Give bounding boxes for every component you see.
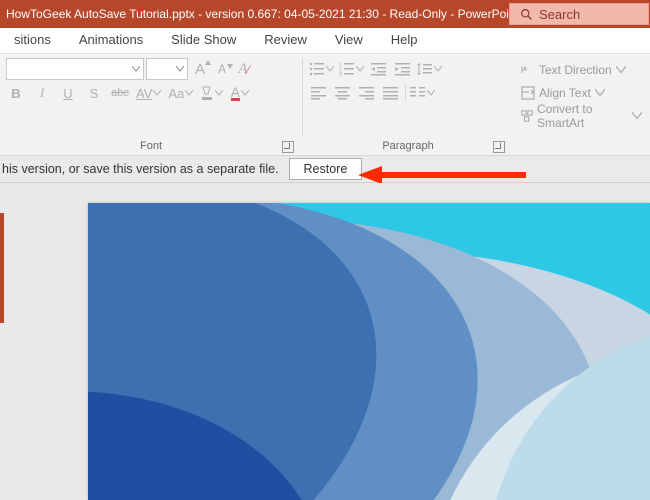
chevron-down-icon xyxy=(595,86,605,100)
tab-review[interactable]: Review xyxy=(250,27,321,53)
group-label-paragraph: Paragraph xyxy=(309,138,507,155)
text-direction-icon: lᴬ xyxy=(521,63,535,77)
chevron-down-icon xyxy=(355,66,365,72)
tab-transitions[interactable]: sitions xyxy=(0,27,65,53)
group-font: A A A⁄ B I U S abc AV Aa A Font xyxy=(0,54,302,155)
bold-button[interactable]: B xyxy=(6,82,26,104)
group-paragraph: 123 Paragraph xyxy=(303,54,513,155)
chevron-down-icon xyxy=(152,90,162,96)
group-paragraph-extra: lᴬ Text Direction Align Text Convert to … xyxy=(513,54,650,155)
align-left-icon xyxy=(311,86,327,100)
bullets-icon xyxy=(309,62,325,76)
tab-view[interactable]: View xyxy=(321,27,377,53)
highlight-button[interactable] xyxy=(200,82,224,104)
separator xyxy=(405,84,406,102)
align-center-icon xyxy=(335,86,351,100)
ribbon-tabs: sitions Animations Slide Show Review Vie… xyxy=(0,28,650,54)
slide[interactable] xyxy=(88,203,650,500)
chevron-down-icon xyxy=(184,90,194,96)
align-text-icon xyxy=(521,86,535,100)
convert-smartart-button[interactable]: Convert to SmartArt xyxy=(519,106,644,126)
tab-animations[interactable]: Animations xyxy=(65,27,157,53)
paragraph-dialog-launcher[interactable] xyxy=(493,141,505,153)
columns-icon xyxy=(410,86,426,100)
justify-button[interactable] xyxy=(381,82,401,104)
search-placeholder: Search xyxy=(539,7,580,22)
align-left-button[interactable] xyxy=(309,82,329,104)
indent-icon xyxy=(395,62,411,76)
chevron-down-icon xyxy=(173,66,187,72)
numbering-button[interactable]: 123 xyxy=(339,58,365,80)
text-shadow-button[interactable]: S xyxy=(84,82,104,104)
thumbnail-selection-indicator[interactable] xyxy=(0,213,4,323)
chevron-down-icon xyxy=(433,66,443,72)
tab-slideshow[interactable]: Slide Show xyxy=(157,27,250,53)
ribbon: A A A⁄ B I U S abc AV Aa A Font 123 xyxy=(0,54,650,156)
highlight-icon xyxy=(200,85,214,101)
change-case-button[interactable]: Aa xyxy=(168,82,194,104)
outdent-icon xyxy=(371,62,387,76)
font-family-combo[interactable] xyxy=(6,58,144,80)
tab-help[interactable]: Help xyxy=(377,27,432,53)
columns-button[interactable] xyxy=(410,82,436,104)
char-spacing-button[interactable]: AV xyxy=(136,82,162,104)
group-label-font: Font xyxy=(6,138,296,155)
title-bar: HowToGeek AutoSave Tutorial.pptx - versi… xyxy=(0,0,650,28)
line-spacing-icon xyxy=(417,62,433,76)
align-right-button[interactable] xyxy=(357,82,377,104)
increase-indent-button[interactable] xyxy=(393,58,413,80)
font-color-button[interactable]: A xyxy=(230,82,250,104)
smartart-icon xyxy=(521,109,533,123)
align-center-button[interactable] xyxy=(333,82,353,104)
strikethrough-button[interactable]: abc xyxy=(110,82,130,104)
italic-button[interactable]: I xyxy=(32,82,52,104)
grow-font-button[interactable]: A xyxy=(190,58,210,80)
chevron-down-icon xyxy=(129,66,143,72)
decrease-indent-button[interactable] xyxy=(369,58,389,80)
underline-button[interactable]: U xyxy=(58,82,78,104)
search-box[interactable]: Search xyxy=(509,3,649,25)
chevron-down-icon xyxy=(325,66,335,72)
chevron-down-icon xyxy=(240,90,250,96)
bullets-button[interactable] xyxy=(309,58,335,80)
chevron-down-icon xyxy=(426,90,436,96)
svg-text:lᴬ: lᴬ xyxy=(521,65,528,75)
shrink-font-button[interactable]: A xyxy=(212,58,232,80)
recovered-version-bar: his version, or save this version as a s… xyxy=(0,156,650,183)
chevron-down-icon xyxy=(214,90,224,96)
line-spacing-button[interactable] xyxy=(417,58,443,80)
title-text: HowToGeek AutoSave Tutorial.pptx - versi… xyxy=(0,7,509,21)
infobar-message: his version, or save this version as a s… xyxy=(2,162,279,176)
align-right-icon xyxy=(359,86,375,100)
chevron-down-icon xyxy=(632,109,642,123)
justify-icon xyxy=(383,86,399,100)
align-text-button[interactable]: Align Text xyxy=(519,83,644,103)
clear-format-button[interactable]: A⁄ xyxy=(234,58,254,80)
font-size-combo[interactable] xyxy=(146,58,188,80)
slide-canvas-area xyxy=(0,183,650,500)
chevron-down-icon xyxy=(616,63,626,77)
restore-button[interactable]: Restore xyxy=(289,158,363,180)
text-direction-button[interactable]: lᴬ Text Direction xyxy=(519,60,644,80)
numbering-icon: 123 xyxy=(339,62,355,76)
font-dialog-launcher[interactable] xyxy=(282,141,294,153)
svg-text:3: 3 xyxy=(339,72,342,76)
search-icon xyxy=(520,8,533,21)
